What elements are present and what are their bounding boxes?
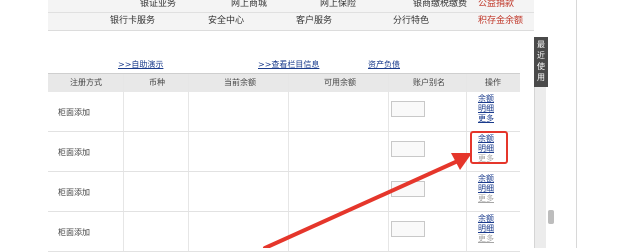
- alias-input[interactable]: [391, 181, 425, 197]
- header-currency: 币种: [149, 78, 165, 87]
- nav-divider: [48, 12, 534, 13]
- more-link[interactable]: 更多: [478, 194, 494, 204]
- nav-item-mall[interactable]: 网上商城: [231, 0, 267, 9]
- table-row: 柜面添加 余额 明细 更多: [48, 172, 520, 212]
- nav-item-charity[interactable]: 公益捐款: [478, 0, 514, 9]
- function-links: >>自助演示 >>查看栏目信息 资产负债: [48, 58, 534, 72]
- header-current-balance: 当前余额: [224, 78, 256, 87]
- outer-margin: [577, 0, 620, 248]
- balance-link[interactable]: 余额: [478, 174, 494, 184]
- detail-link[interactable]: 明细: [478, 184, 494, 194]
- nav-item-bank-card[interactable]: 银行卡服务: [110, 13, 155, 26]
- account-table: 注册方式 币种 当前余额 可用余额 账户别名 操作 柜面添加 余额 明细 更多 …: [48, 73, 520, 252]
- header-operation: 操作: [485, 78, 501, 87]
- operation-links: 余额 明细 更多: [478, 214, 494, 244]
- left-margin: [0, 0, 48, 248]
- operation-links: 余额 明细 更多: [478, 174, 494, 204]
- scroll-thumb[interactable]: [548, 210, 554, 224]
- balance-link[interactable]: 余额: [478, 214, 494, 224]
- detail-link[interactable]: 明细: [478, 104, 494, 114]
- content-gap: [48, 31, 534, 55]
- reg-method-cell: 柜面添加: [58, 188, 90, 197]
- more-link[interactable]: 更多: [478, 114, 494, 124]
- reg-method-cell: 柜面添加: [58, 148, 90, 157]
- header-alias: 账户别名: [413, 78, 445, 87]
- nav-item-insurance[interactable]: 网上保险: [320, 0, 356, 9]
- nav-item-security-center[interactable]: 安全中心: [208, 13, 244, 26]
- table-row: 柜面添加 余额 明细 更多: [48, 132, 520, 172]
- asset-liability-link[interactable]: 资产负债: [368, 59, 400, 70]
- header-available-balance: 可用余额: [324, 78, 356, 87]
- alias-input[interactable]: [391, 221, 425, 237]
- nav-item-tax[interactable]: 银商缴税缴费: [413, 0, 467, 9]
- highlight-box: [470, 131, 508, 164]
- table-header: 注册方式 币种 当前余额 可用余额 账户别名 操作: [48, 73, 520, 93]
- reg-method-cell: 柜面添加: [58, 228, 90, 237]
- alias-input[interactable]: [391, 141, 425, 157]
- table-row: 柜面添加 余额 明细 更多: [48, 212, 520, 252]
- operation-links: 余额 明细 更多: [478, 94, 494, 124]
- alias-input[interactable]: [391, 101, 425, 117]
- balance-link[interactable]: 余额: [478, 94, 494, 104]
- nav-item-branch[interactable]: 分行特色: [393, 13, 429, 26]
- top-navigation: 银证业务 网上商城 网上保险 银商缴税缴费 公益捐款 银行卡服务 安全中心 客户…: [48, 0, 534, 31]
- auto-demo-link[interactable]: >>自助演示: [118, 59, 163, 70]
- recent-used-tab[interactable]: 最近使用: [534, 37, 548, 87]
- nav-item-securities[interactable]: 银证业务: [140, 0, 176, 9]
- more-link[interactable]: 更多: [478, 234, 494, 244]
- nav-item-customer-service[interactable]: 客户服务: [296, 13, 332, 26]
- view-column-link[interactable]: >>查看栏目信息: [258, 59, 319, 70]
- reg-method-cell: 柜面添加: [58, 108, 90, 117]
- detail-link[interactable]: 明细: [478, 224, 494, 234]
- header-reg-method: 注册方式: [70, 78, 102, 87]
- nav-item-gold[interactable]: 积存金余额: [478, 13, 523, 26]
- table-row: 柜面添加 余额 明细 更多: [48, 92, 520, 132]
